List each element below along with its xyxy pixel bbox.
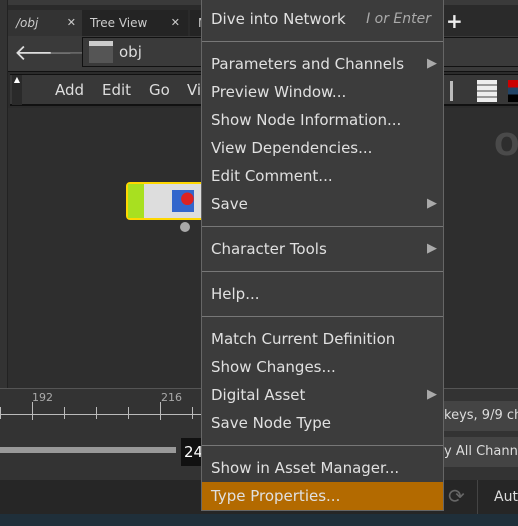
timeline-tick: [128, 407, 129, 419]
menu-item-save[interactable]: Save ▶: [202, 190, 443, 218]
tree-layout-icon[interactable]: [450, 81, 466, 101]
menu-item-show-in-asset-manager[interactable]: Show in Asset Manager...: [202, 454, 443, 482]
menu-item-show-node-information[interactable]: Show Node Information...: [202, 106, 443, 134]
timeline-tick: [64, 407, 65, 419]
clapboard-icon: [89, 41, 113, 63]
submenu-arrow-icon: ▶: [427, 387, 437, 402]
refresh-icon[interactable]: ⟳: [448, 484, 465, 508]
timeline-tick: [0, 407, 1, 419]
menu-separator: [202, 445, 443, 446]
collapse-arrow-icon[interactable]: ▲: [12, 75, 22, 105]
tab-label: /obj: [16, 16, 39, 30]
menu-add[interactable]: Add: [55, 81, 84, 99]
menu-item-preview-window[interactable]: Preview Window...: [202, 78, 443, 106]
menu-item-dive-into-network[interactable]: Dive into Network I or Enter: [202, 5, 443, 33]
timeline-tick: [192, 407, 193, 419]
path-label: obj: [119, 43, 142, 61]
current-frame-field[interactable]: 24: [181, 438, 203, 466]
menu-item-digital-asset[interactable]: Digital Asset ▶: [202, 381, 443, 409]
node-display-flag[interactable]: [128, 184, 144, 218]
menu-separator: [202, 41, 443, 42]
context-menu: Dive into Network I or Enter Parameters a…: [201, 0, 444, 511]
taskbar: [0, 514, 518, 526]
close-icon[interactable]: ✕: [67, 10, 76, 36]
tick-label: 192: [32, 391, 53, 404]
menu-item-show-changes[interactable]: Show Changes...: [202, 353, 443, 381]
list-view-icon[interactable]: [477, 80, 497, 102]
shortcut-hint: I or Enter: [366, 11, 431, 27]
menu-item-match-current-definition[interactable]: Match Current Definition: [202, 325, 443, 353]
all-channels-button[interactable]: y All Channe: [444, 437, 518, 467]
tab-label: Tree View: [90, 16, 148, 30]
menu-view[interactable]: Vi: [187, 81, 201, 99]
add-tab-plus-icon[interactable]: +: [446, 9, 463, 33]
menu-item-view-dependencies[interactable]: View Dependencies...: [202, 134, 443, 162]
submenu-arrow-icon: ▶: [427, 56, 437, 71]
network-watermark: O: [494, 128, 518, 163]
keys-status: keys, 9/9 ch: [444, 401, 518, 431]
submenu-arrow-icon: ▶: [427, 241, 437, 256]
menu-item-help[interactable]: Help...: [202, 280, 443, 308]
range-slider[interactable]: [0, 447, 176, 453]
timeline-ruler: [0, 414, 201, 415]
menu-item-character-tools[interactable]: Character Tools ▶: [202, 235, 443, 263]
menu-item-type-properties[interactable]: Type Properties...: [202, 482, 443, 510]
timeline-tick: [160, 402, 161, 420]
menu-item-parameters-and-channels[interactable]: Parameters and Channels ▶: [202, 50, 443, 78]
object-node-icon: [172, 190, 194, 212]
timeline-tick: [96, 407, 97, 419]
menu-go[interactable]: Go: [149, 81, 170, 99]
close-icon[interactable]: ✕: [171, 10, 180, 36]
menu-separator: [202, 316, 443, 317]
tick-label: 216: [161, 391, 182, 404]
menu-item-edit-comment[interactable]: Edit Comment...: [202, 162, 443, 190]
color-palette-icon[interactable]: [508, 80, 518, 102]
auto-update-button[interactable]: Aut: [477, 480, 518, 514]
timeline-tick: [32, 402, 33, 420]
menu-separator: [202, 226, 443, 227]
menu-separator: [202, 271, 443, 272]
menu-edit[interactable]: Edit: [102, 81, 131, 99]
submenu-arrow-icon: ▶: [427, 196, 437, 211]
menu-item-save-node-type[interactable]: Save Node Type: [202, 409, 443, 437]
node-output-connector[interactable]: [180, 222, 190, 232]
